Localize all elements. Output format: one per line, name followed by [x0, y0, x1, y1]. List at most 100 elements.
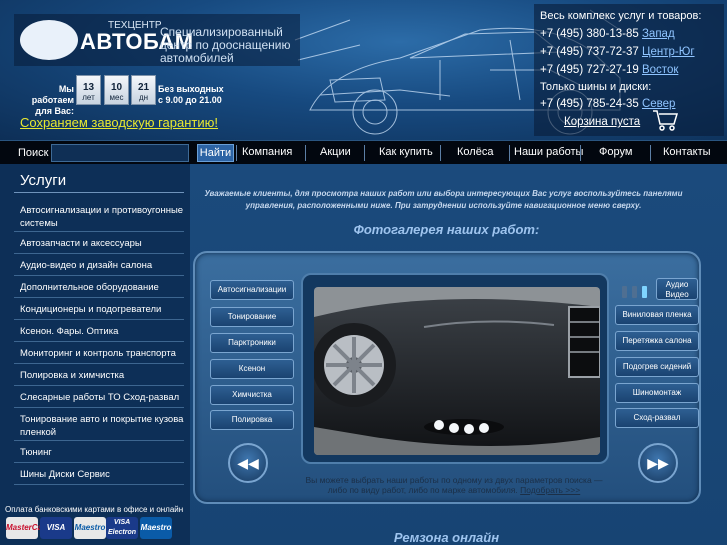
- visa-electron-logo: VISA Electron: [106, 517, 138, 539]
- logo-block[interactable]: ТЕХЦЕНТР АВТОБАМ Специализированный цент…: [14, 14, 300, 66]
- sidebar-divider: [14, 231, 184, 232]
- nav-divider: [650, 145, 651, 161]
- sidebar-item-polishing[interactable]: Полировка и химчистка: [14, 369, 184, 382]
- gallery-btn-xenon[interactable]: Ксенон: [210, 359, 294, 379]
- guarantee-link[interactable]: Сохраняем заводскую гарантию!: [20, 115, 218, 130]
- phone-number[interactable]: +7 (495) 380-13-85: [540, 28, 639, 40]
- site-header: ТЕХЦЕНТР АВТОБАМ Специализированный цент…: [0, 0, 727, 140]
- days-counter: 21 дн: [131, 75, 156, 105]
- sidebar-divider: [14, 363, 184, 364]
- area-link-west[interactable]: Запад: [642, 28, 675, 40]
- car-photo-image: [314, 287, 600, 455]
- sidebar-item-tuning[interactable]: Тюнинг: [14, 446, 184, 459]
- photo-screen: [301, 273, 609, 464]
- years-value: 13: [82, 82, 95, 93]
- sidebar-item-mechanic[interactable]: Слесарные работы ТО Сход-развал: [14, 391, 184, 404]
- days-value: 21: [137, 82, 150, 93]
- search-input[interactable]: [51, 144, 189, 162]
- logo-tagline: Специализированный центр по дооснащению …: [160, 25, 291, 65]
- nav-item-forum[interactable]: Форум: [599, 146, 632, 158]
- nav-item-contacts[interactable]: Контакты: [663, 146, 711, 158]
- phone-number[interactable]: +7 (495) 785-24-35: [540, 98, 639, 110]
- title-underline: [14, 192, 184, 193]
- maestro-logo: Maestro: [74, 517, 106, 539]
- top-navigation: Поиск Найти Компания Акции Как купить Ко…: [0, 140, 727, 164]
- phone-line-west: +7 (495) 380-13-85 Запад: [540, 28, 675, 40]
- gallery-btn-vinyl-film[interactable]: Виниловая пленка: [615, 305, 699, 325]
- cart-link[interactable]: Корзина пуста: [564, 116, 640, 128]
- area-link-center-south[interactable]: Центр-Юг: [642, 46, 695, 58]
- nav-item-promotions[interactable]: Акции: [320, 146, 351, 158]
- remzona-online-title[interactable]: Ремзона онлайн: [190, 530, 703, 545]
- months-value: 10: [110, 82, 123, 93]
- indicator-light: [632, 286, 637, 298]
- previous-button[interactable]: ◀◀: [228, 443, 268, 483]
- contacts-tires-title: Только шины и диски:: [540, 81, 652, 93]
- years-unit: лет: [82, 93, 95, 102]
- visa-logo: VISA: [40, 517, 72, 539]
- work-duration-label: Мы работаем для Вас:: [31, 84, 74, 116]
- gallery-btn-alarms[interactable]: Автосигнализации: [210, 280, 294, 300]
- gallery-control-panel: Автосигнализации Тонирование Парктроники…: [193, 251, 701, 504]
- sidebar-divider: [14, 275, 184, 276]
- phone-line-center-south: +7 (495) 737-72-37 Центр-Юг: [540, 46, 695, 58]
- sidebar-item-extra-equipment[interactable]: Дополнительное оборудование: [14, 281, 184, 294]
- gallery-btn-alignment[interactable]: Сход-развал: [615, 408, 699, 428]
- gallery-title: Фотогалерея наших работ:: [353, 222, 540, 237]
- mode-indicators: [622, 285, 652, 303]
- sidebar-divider: [14, 440, 184, 441]
- sidebar-item-tinting[interactable]: Тонирование авто и покрытие кузова пленк…: [14, 413, 184, 439]
- gallery-btn-tire-fitting[interactable]: Шиномонтаж: [615, 383, 699, 403]
- phone-number[interactable]: +7 (495) 737-72-37: [540, 46, 639, 58]
- sidebar-item-audio-video[interactable]: Аудио-видео и дизайн салона: [14, 259, 184, 272]
- sidebar-item-tires[interactable]: Шины Диски Сервис: [14, 468, 184, 481]
- sidebar-divider: [14, 297, 184, 298]
- gallery-btn-parktronics[interactable]: Парктроники: [210, 333, 294, 353]
- sidebar-divider: [14, 341, 184, 342]
- indicator-light: [622, 286, 627, 298]
- nav-item-wheels[interactable]: Колёса: [457, 146, 493, 158]
- sidebar-item-alarms[interactable]: Автосигнализации и противоугонные систем…: [14, 204, 184, 230]
- shopping-cart-icon[interactable]: [652, 108, 678, 132]
- sidebar-item-monitoring[interactable]: Мониторинг и контроль транспорта: [14, 347, 184, 360]
- gallery-note: Вы можете выбрать наши работы по одному …: [299, 475, 609, 495]
- sidebar-divider: [14, 253, 184, 254]
- next-button[interactable]: ▶▶: [638, 443, 678, 483]
- nav-item-our-works[interactable]: Наши работы: [514, 146, 583, 158]
- nav-item-how-to-buy[interactable]: Как купить: [379, 146, 433, 158]
- nav-item-company[interactable]: Компания: [242, 146, 292, 158]
- gallery-btn-dry-cleaning[interactable]: Химчистка: [210, 385, 294, 405]
- sidebar-divider: [14, 484, 184, 485]
- phone-number[interactable]: +7 (495) 727-27-19: [540, 64, 639, 76]
- sidebar-item-air-conditioning[interactable]: Кондиционеры и подогреватели: [14, 303, 184, 316]
- gallery-btn-upholstery[interactable]: Перетяжка салона: [615, 331, 699, 351]
- maestro-logo-2: Maestro: [140, 517, 172, 539]
- gallery-btn-seat-heating[interactable]: Подогрев сидений: [615, 357, 699, 377]
- car-photo: [314, 287, 600, 455]
- working-hours: Без выходных с 9.00 до 21.00: [158, 84, 224, 105]
- sidebar-divider: [14, 462, 184, 463]
- logo-emblem-icon: [20, 20, 78, 60]
- months-unit: мес: [109, 93, 124, 102]
- intro-text: Уважаемые клиенты, для просмотра наших р…: [204, 189, 683, 210]
- sidebar-item-xenon[interactable]: Ксенон. Фары. Оптика: [14, 325, 184, 338]
- gallery-btn-polishing[interactable]: Полировка: [210, 410, 294, 430]
- payment-note: Оплата банковскими картами в офисе и онл…: [5, 505, 184, 514]
- nav-divider: [509, 145, 510, 161]
- sidebar-divider: [14, 319, 184, 320]
- search-button[interactable]: Найти: [197, 144, 234, 162]
- sidebar-item-parts[interactable]: Автозапчасти и аксессуары: [14, 237, 184, 250]
- months-counter: 10 мес: [104, 75, 129, 105]
- search-label: Поиск: [18, 147, 49, 159]
- contacts-panel: Весь комплекс услуг и товаров: +7 (495) …: [534, 4, 724, 136]
- main-content: Уважаемые клиенты, для просмотра наших р…: [190, 164, 727, 545]
- years-counter: 13 лет: [76, 75, 101, 105]
- area-link-east[interactable]: Восток: [642, 64, 678, 76]
- nav-divider: [364, 145, 365, 161]
- indicator-light-active: [642, 286, 647, 298]
- select-link[interactable]: Подобрать >>>: [520, 485, 580, 495]
- gallery-btn-tinting[interactable]: Тонирование: [210, 307, 294, 327]
- sidebar-divider: [14, 385, 184, 386]
- services-sidebar: Услуги Автосигнализации и противоугонные…: [0, 164, 190, 545]
- gallery-btn-audio-video[interactable]: Аудио Видео: [656, 278, 698, 300]
